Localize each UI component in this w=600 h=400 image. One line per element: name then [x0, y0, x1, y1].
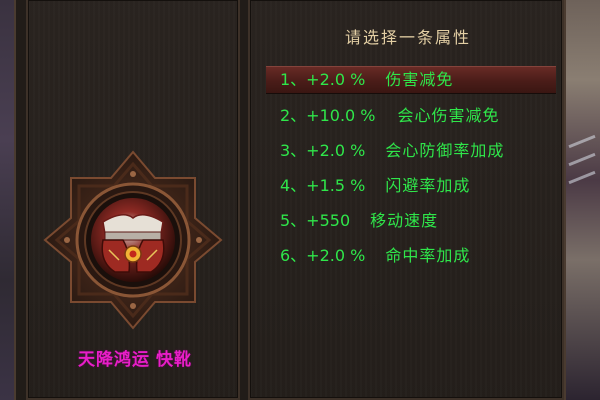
- attribute-option[interactable]: 4、+1.5 % 闪避率加成: [266, 171, 556, 206]
- attribute-option[interactable]: 1、+2.0 % 伤害减免: [266, 66, 556, 93]
- attribute-option[interactable]: 3、+2.0 % 会心防御率加成: [266, 136, 556, 171]
- attribute-option[interactable]: 5、+550 移动速度: [266, 206, 556, 241]
- item-name-prefix: 天降鸿运: [78, 350, 150, 370]
- background-right: [564, 0, 600, 400]
- attribute-option[interactable]: 6、+2.0 % 命中率加成: [266, 241, 556, 276]
- ornate-frame-icon: [43, 150, 223, 330]
- attribute-value: 6、+2.0 %: [280, 246, 366, 265]
- attribute-panel: 请选择一条属性 1、+2.0 % 伤害减免 2、+10.0 % 会心伤害减免 3、+…: [248, 0, 564, 400]
- attribute-name: 命中率加成: [385, 246, 471, 265]
- attribute-value: 5、+550: [280, 211, 351, 230]
- attribute-name: 闪避率加成: [385, 176, 471, 195]
- game-screen: 天降鸿运 快靴 请选择一条属性 1、+2.0 % 伤害减免 2、+10.0 % 会心伤…: [0, 0, 600, 400]
- attribute-name: 会心防御率加成: [385, 141, 505, 160]
- attribute-value: 4、+1.5 %: [280, 176, 366, 195]
- attribute-option[interactable]: 2、+10.0 % 会心伤害减免: [266, 101, 556, 136]
- attribute-value: 3、+2.0 %: [280, 141, 366, 160]
- item-emblem[interactable]: [39, 146, 227, 334]
- attribute-value: 2、+10.0 %: [280, 106, 376, 125]
- item-name: 天降鸿运 快靴: [28, 345, 242, 370]
- item-name-type: 快靴: [156, 350, 192, 370]
- panel-title: 请选择一条属性: [344, 28, 471, 47]
- background-left: [0, 0, 14, 400]
- attribute-name: 移动速度: [370, 211, 439, 230]
- attribute-value: 1、+2.0 %: [280, 70, 366, 89]
- boots-item-icon: [91, 198, 175, 282]
- attribute-list: 1、+2.0 % 伤害减免 2、+10.0 % 会心伤害减免 3、+2.0 % 会心防…: [266, 66, 556, 276]
- attribute-select-window: 天降鸿运 快靴 请选择一条属性 1、+2.0 % 伤害减免 2、+10.0 % 会心伤…: [14, 0, 566, 400]
- attribute-name: 伤害减免: [385, 70, 454, 89]
- attribute-name: 会心伤害减免: [397, 106, 500, 125]
- item-panel: 天降鸿运 快靴: [26, 0, 240, 400]
